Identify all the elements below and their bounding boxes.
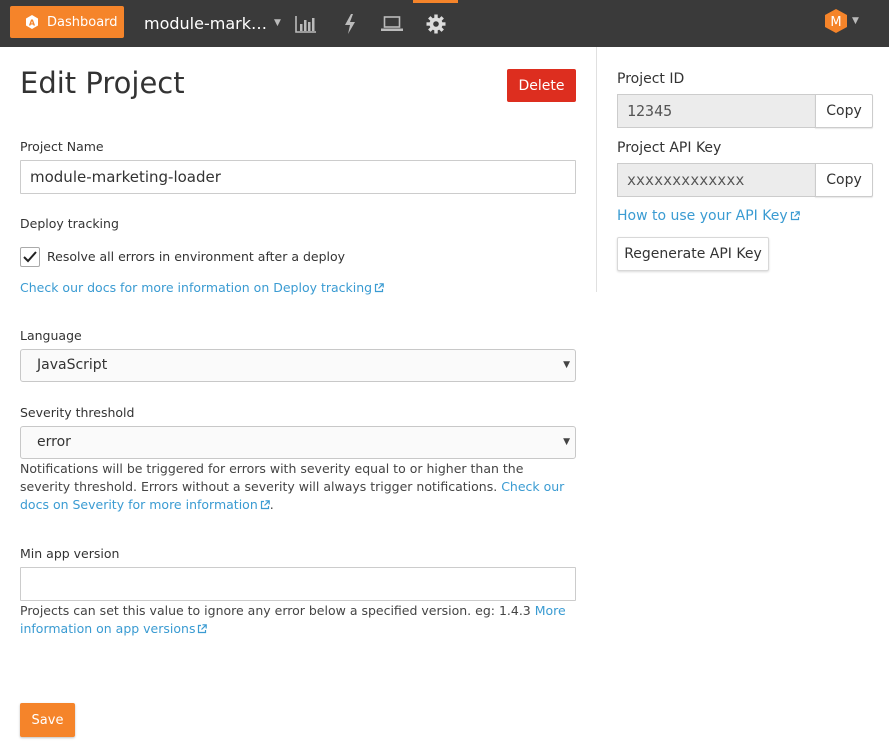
project-switcher-dropdown[interactable]: module-mark… ▼ bbox=[144, 12, 281, 34]
dashboard-label: Dashboard bbox=[47, 14, 118, 30]
language-select[interactable]: JavaScript ▼ bbox=[20, 349, 576, 382]
laptop-icon[interactable] bbox=[381, 13, 403, 35]
api-key-field: xxxxxxxxxxxxx bbox=[617, 163, 816, 197]
severity-threshold-label: Severity threshold bbox=[20, 405, 135, 420]
severity-help-text: Notifications will be triggered for erro… bbox=[20, 461, 565, 512]
page-title: Edit Project bbox=[20, 66, 185, 100]
project-switcher-label: module-mark… bbox=[144, 13, 267, 33]
deploy-docs-link[interactable]: Check our docs for more information on D… bbox=[20, 280, 384, 295]
delete-button[interactable]: Delete bbox=[507, 69, 576, 102]
avatar: M bbox=[825, 9, 847, 33]
severity-selected-value: error bbox=[37, 434, 71, 450]
regenerate-api-key-button[interactable]: Regenerate API Key bbox=[617, 237, 769, 271]
panel-divider bbox=[596, 47, 597, 292]
dashboard-button[interactable]: A Dashboard bbox=[10, 6, 124, 38]
external-link-icon bbox=[790, 211, 800, 221]
caret-down-icon: ▼ bbox=[852, 16, 859, 26]
external-link-icon bbox=[375, 283, 384, 293]
external-link-icon bbox=[198, 624, 208, 634]
project-id-field: 12345 bbox=[617, 94, 816, 128]
project-name-input[interactable] bbox=[20, 160, 576, 194]
project-name-label: Project Name bbox=[20, 139, 104, 154]
dashboard-logo-icon: A bbox=[26, 15, 38, 29]
api-key-help-link[interactable]: How to use your API Key bbox=[617, 208, 800, 224]
resolve-errors-checkbox[interactable] bbox=[20, 247, 40, 267]
save-button[interactable]: Save bbox=[20, 703, 75, 737]
project-id-label: Project ID bbox=[617, 71, 685, 87]
min-app-version-label: Min app version bbox=[20, 546, 120, 561]
copy-api-key-button[interactable]: Copy bbox=[815, 163, 873, 197]
lightning-icon[interactable] bbox=[339, 13, 361, 35]
deploy-tracking-label: Deploy tracking bbox=[20, 216, 119, 231]
language-label: Language bbox=[20, 328, 82, 343]
caret-down-icon: ▼ bbox=[273, 18, 281, 28]
api-key-label: Project API Key bbox=[617, 140, 722, 156]
checkmark-icon bbox=[23, 251, 37, 263]
min-app-help-text: Projects can set this value to ignore an… bbox=[20, 603, 566, 636]
gear-icon[interactable] bbox=[425, 13, 447, 35]
resolve-errors-label: Resolve all errors in environment after … bbox=[47, 249, 346, 264]
top-navbar: A Dashboard module-mark… ▼ M ▼ bbox=[0, 0, 889, 47]
min-app-version-input[interactable] bbox=[20, 567, 576, 601]
avatar-initial: M bbox=[830, 15, 841, 30]
language-selected-value: JavaScript bbox=[37, 357, 108, 373]
svg-text:A: A bbox=[29, 19, 36, 28]
copy-project-id-button[interactable]: Copy bbox=[815, 94, 873, 128]
select-arrow-icon: ▼ bbox=[563, 360, 570, 370]
active-tab-indicator bbox=[413, 0, 458, 3]
bar-chart-icon[interactable] bbox=[295, 13, 317, 35]
severity-select[interactable]: error ▼ bbox=[20, 426, 576, 459]
deploy-docs-row: Check our docs for more information on D… bbox=[20, 279, 576, 297]
select-arrow-icon: ▼ bbox=[563, 437, 570, 447]
external-link-icon bbox=[260, 500, 270, 510]
user-menu-dropdown[interactable]: M ▼ bbox=[823, 9, 859, 33]
